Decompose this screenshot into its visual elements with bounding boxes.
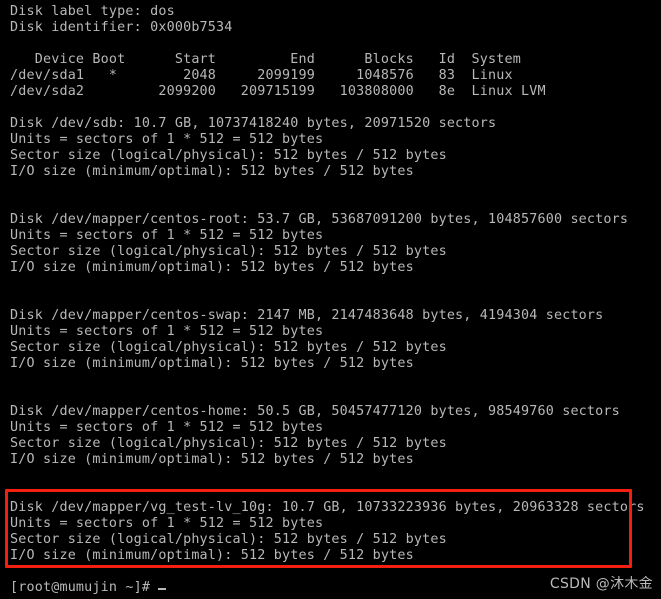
shell-prompt-text: [root@mumujin ~]# xyxy=(10,580,151,595)
terminal-line: I/O size (minimum/optimal): 512 bytes / … xyxy=(10,548,414,563)
terminal-line: Units = sectors of 1 * 512 = 512 bytes xyxy=(10,516,324,531)
terminal-line: Sector size (logical/physical): 512 byte… xyxy=(10,436,447,451)
terminal-line: I/O size (minimum/optimal): 512 bytes / … xyxy=(10,356,414,371)
terminal-line: Disk /dev/mapper/centos-root: 53.7 GB, 5… xyxy=(10,212,629,227)
terminal-line: I/O size (minimum/optimal): 512 bytes / … xyxy=(10,164,414,179)
terminal-line: Sector size (logical/physical): 512 byte… xyxy=(10,340,447,355)
terminal-line: Device Boot Start End Blocks Id System xyxy=(10,52,521,67)
terminal-line: Units = sectors of 1 * 512 = 512 bytes xyxy=(10,324,324,339)
terminal-line: Sector size (logical/physical): 512 byte… xyxy=(10,244,447,259)
terminal-line: Sector size (logical/physical): 512 byte… xyxy=(10,532,447,547)
terminal-line: Units = sectors of 1 * 512 = 512 bytes xyxy=(10,420,324,435)
terminal-line: /dev/sda2 2099200 209715199 103808000 8e… xyxy=(10,84,546,99)
terminal-line: Disk label type: dos xyxy=(10,4,175,19)
terminal-line: /dev/sda1 * 2048 2099199 1048576 83 Linu… xyxy=(10,68,513,83)
terminal-line: Disk identifier: 0x000b7534 xyxy=(10,20,233,35)
terminal-line: Units = sectors of 1 * 512 = 512 bytes xyxy=(10,228,324,243)
terminal-line: I/O size (minimum/optimal): 512 bytes / … xyxy=(10,260,414,275)
terminal-output-area[interactable]: Disk label type: dos Disk identifier: 0x0… xyxy=(0,0,661,599)
terminal-line: Disk /dev/mapper/centos-home: 50.5 GB, 5… xyxy=(10,404,620,419)
terminal-screen: Disk label type: dos Disk identifier: 0x0… xyxy=(0,0,661,599)
terminal-line: Disk /dev/mapper/centos-swap: 2147 MB, 2… xyxy=(10,308,604,323)
text-cursor xyxy=(158,588,167,590)
terminal-line: Units = sectors of 1 * 512 = 512 bytes xyxy=(10,132,324,147)
terminal-line: Sector size (logical/physical): 512 byte… xyxy=(10,148,447,163)
terminal-line: I/O size (minimum/optimal): 512 bytes / … xyxy=(10,452,414,467)
terminal-line: Disk /dev/mapper/vg_test-lv_10g: 10.7 GB… xyxy=(10,500,645,515)
terminal-line: Disk /dev/sdb: 10.7 GB, 10737418240 byte… xyxy=(10,116,497,131)
csdn-watermark: CSDN @沐木金 xyxy=(549,576,653,592)
